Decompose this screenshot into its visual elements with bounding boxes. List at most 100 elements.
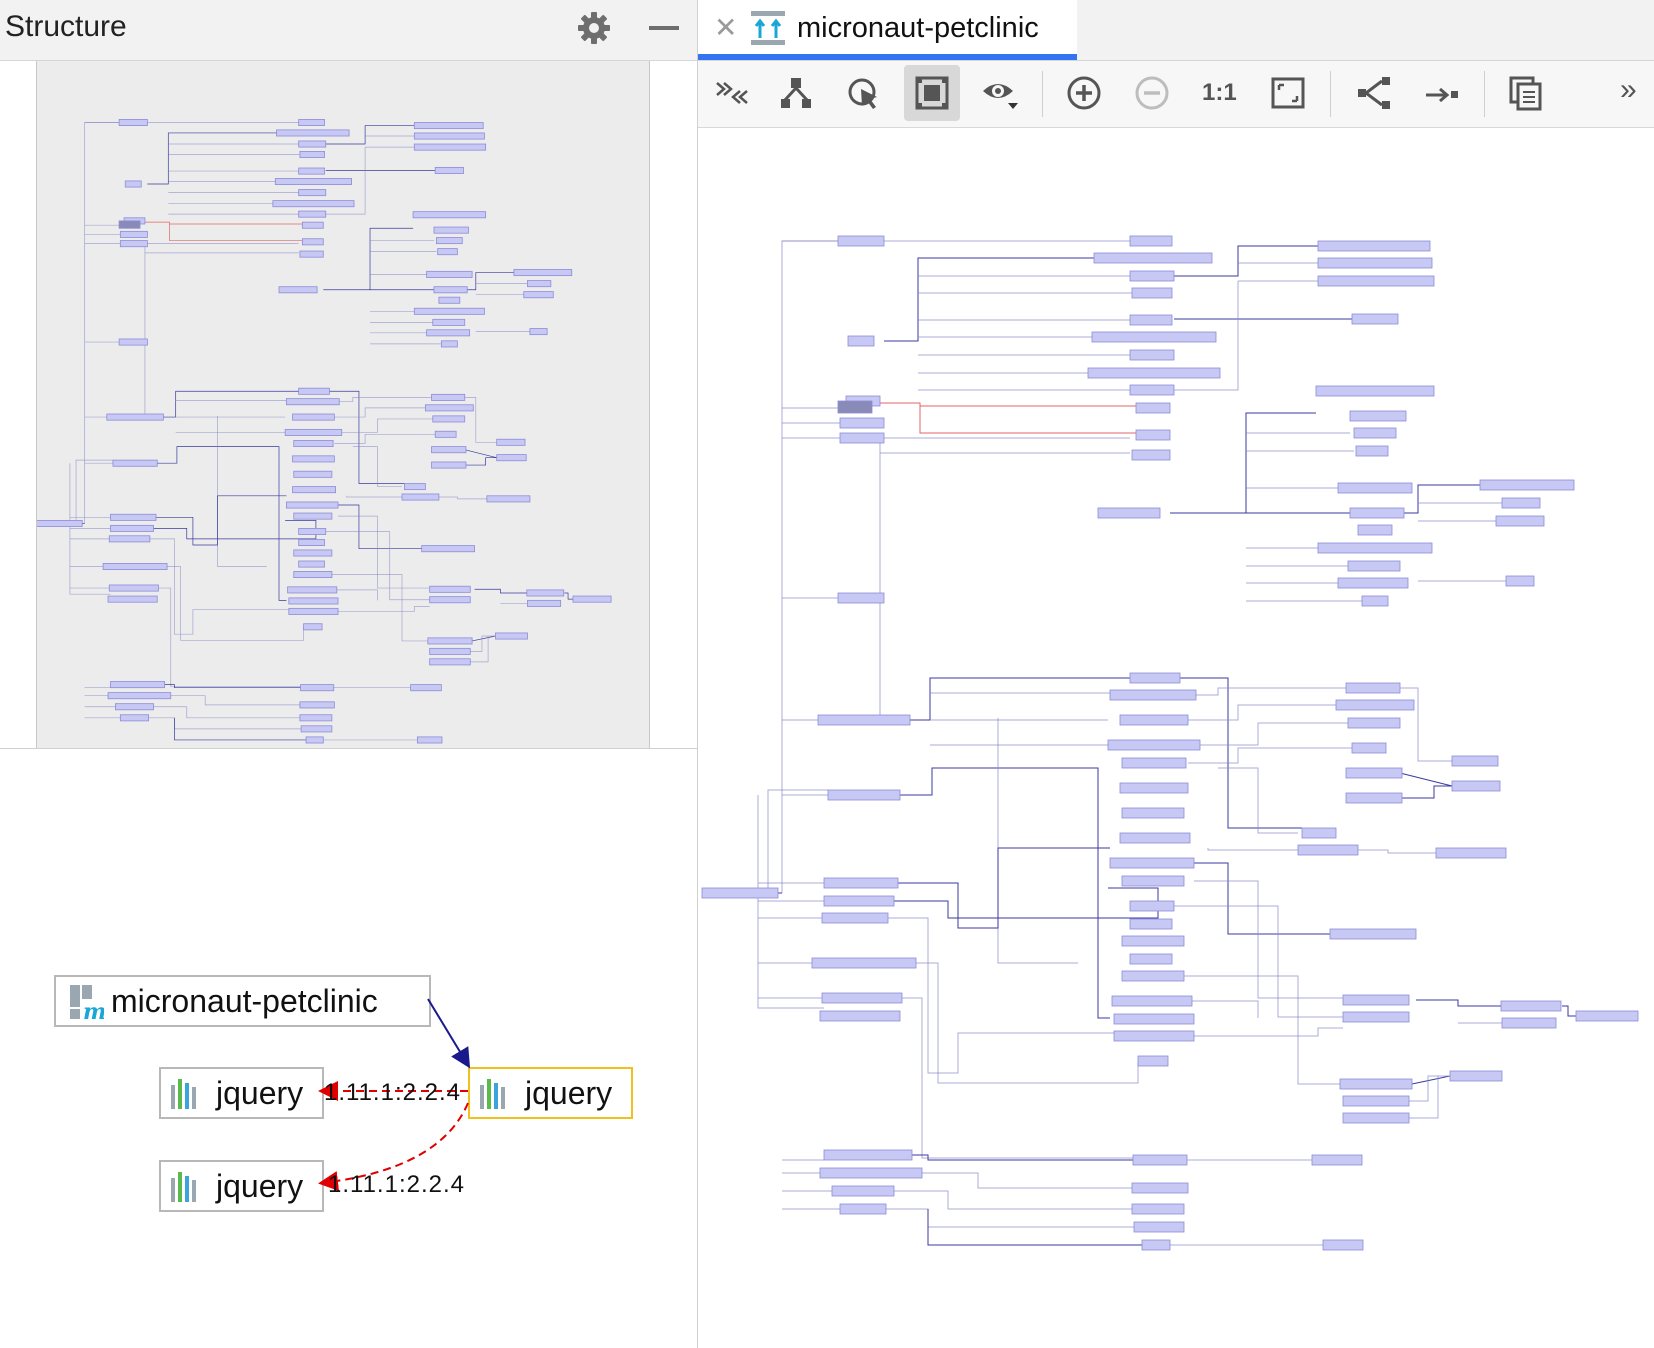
graph-node[interactable] — [1301, 827, 1337, 839]
graph-node[interactable] — [413, 132, 485, 140]
graph-node[interactable] — [431, 461, 467, 469]
graph-node[interactable] — [293, 440, 334, 448]
graph-node[interactable] — [437, 248, 458, 256]
graph-node[interactable] — [1501, 497, 1541, 509]
graph-node[interactable] — [1119, 714, 1189, 726]
select-cursor-button[interactable] — [836, 65, 892, 121]
graph-node[interactable] — [1317, 542, 1433, 554]
graph-node[interactable] — [432, 415, 466, 423]
graph-node[interactable] — [298, 387, 330, 395]
graph-node[interactable] — [1451, 780, 1501, 792]
graph-node[interactable] — [1129, 349, 1175, 361]
graph-node[interactable] — [1500, 1000, 1562, 1012]
graph-node[interactable] — [110, 681, 166, 689]
graph-node[interactable] — [1129, 314, 1173, 326]
minimize-icon[interactable] — [646, 10, 682, 46]
graph-node[interactable] — [292, 455, 335, 463]
graph-node[interactable] — [115, 703, 154, 711]
graph-node[interactable] — [495, 632, 528, 640]
graph-node[interactable] — [278, 286, 318, 294]
graph-node[interactable] — [434, 430, 457, 438]
graph-node[interactable] — [300, 725, 333, 733]
graph-node[interactable] — [293, 470, 333, 478]
actual-size-button[interactable]: 1:1 — [1192, 65, 1248, 121]
graph-node[interactable] — [292, 413, 335, 421]
graph-node[interactable] — [298, 167, 325, 175]
graph-node[interactable] — [1137, 1055, 1169, 1067]
graph-node[interactable] — [513, 269, 573, 277]
graph-node[interactable] — [102, 563, 168, 571]
graph-node[interactable] — [701, 887, 779, 899]
zoom-in-button[interactable] — [1056, 65, 1112, 121]
graph-node[interactable] — [276, 129, 350, 137]
graph-node[interactable] — [285, 398, 340, 406]
graph-node[interactable] — [523, 291, 554, 299]
graph-node[interactable] — [1451, 755, 1499, 767]
graph-node[interactable] — [272, 200, 355, 208]
graph-node[interactable] — [1129, 384, 1175, 396]
graph-node[interactable] — [1355, 445, 1389, 457]
graph-node[interactable] — [1337, 482, 1413, 494]
graph-node[interactable] — [429, 585, 471, 593]
graph-node[interactable] — [1131, 287, 1173, 299]
graph-node[interactable] — [108, 535, 151, 543]
graph-node[interactable] — [1091, 331, 1217, 343]
graph-node[interactable] — [1357, 524, 1393, 536]
graph-node[interactable] — [288, 597, 339, 605]
graph-node[interactable] — [1342, 1095, 1410, 1107]
graph-node[interactable] — [436, 237, 463, 245]
graph-node[interactable] — [1361, 595, 1389, 607]
graph-node[interactable] — [819, 1010, 901, 1022]
graph-node[interactable] — [837, 592, 885, 604]
graph-node[interactable] — [823, 895, 895, 907]
graph-node[interactable] — [107, 692, 172, 700]
graph-node[interactable] — [413, 143, 487, 151]
graph-node[interactable] — [1135, 429, 1171, 441]
graph-node[interactable] — [305, 736, 324, 744]
graph-node[interactable] — [298, 527, 327, 535]
graph-node[interactable] — [1107, 739, 1201, 751]
graph-node[interactable] — [821, 992, 903, 1004]
graph-node[interactable] — [496, 438, 526, 446]
graph-node[interactable] — [1129, 672, 1181, 684]
graph-node[interactable] — [1322, 1239, 1364, 1251]
graph-node[interactable] — [1087, 367, 1221, 379]
graph-node[interactable] — [1501, 1017, 1557, 1029]
graph-node[interactable] — [1097, 507, 1161, 519]
graph-node[interactable] — [1317, 275, 1435, 287]
gear-icon[interactable] — [576, 10, 612, 46]
graph-node[interactable] — [1317, 257, 1433, 269]
graph-node[interactable] — [293, 549, 333, 557]
graph-node[interactable] — [299, 250, 324, 258]
graph-node[interactable] — [110, 524, 154, 532]
graph-node[interactable] — [107, 595, 158, 603]
graph-node[interactable] — [303, 623, 323, 631]
graph-node[interactable] — [301, 221, 324, 229]
graph-node[interactable] — [1121, 757, 1187, 769]
graph-node[interactable] — [1315, 385, 1435, 397]
graph-node[interactable] — [293, 512, 333, 520]
graph-node[interactable] — [433, 226, 469, 234]
graph-node[interactable] — [432, 318, 466, 326]
graph-node[interactable] — [1335, 699, 1415, 711]
graph-node[interactable] — [429, 596, 471, 604]
graph-node[interactable] — [413, 307, 485, 315]
graph-node[interactable] — [429, 647, 471, 655]
graph-node[interactable] — [1351, 742, 1387, 754]
more-button[interactable]: » — [1608, 65, 1648, 121]
graph-node[interactable] — [401, 493, 440, 501]
graph-node[interactable] — [124, 180, 142, 188]
graph-node[interactable] — [37, 519, 83, 527]
graph-node[interactable] — [1129, 900, 1175, 912]
graph-node[interactable] — [299, 714, 333, 722]
graph-node[interactable] — [293, 571, 333, 578]
graph-node[interactable] — [299, 701, 335, 709]
graph-node[interactable] — [1575, 1010, 1639, 1022]
graph-node[interactable] — [819, 1167, 923, 1179]
graph-node[interactable] — [1131, 1182, 1189, 1194]
graph-node[interactable] — [416, 736, 443, 744]
graph-node[interactable] — [431, 393, 466, 401]
copy-diagram-button[interactable] — [1498, 65, 1554, 121]
layout-button[interactable] — [1346, 65, 1402, 121]
graph-node[interactable] — [424, 404, 474, 412]
